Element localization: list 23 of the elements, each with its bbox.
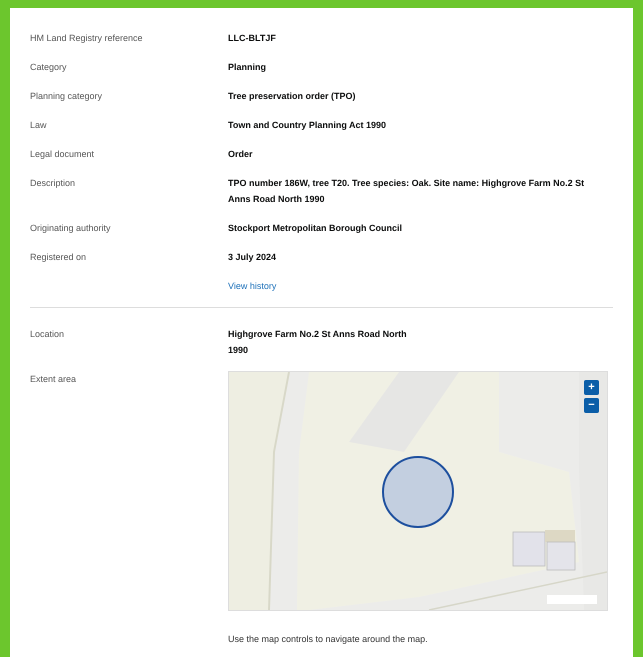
zoom-in-button[interactable]: + <box>584 380 599 395</box>
field-value: Planning <box>228 61 267 74</box>
map-caption: Use the map controls to navigate around the map. <box>228 633 429 646</box>
field-label: Planning category <box>30 90 104 103</box>
field-label: Legal document <box>30 148 96 161</box>
field-value: Town and Country Planning Act 1990 <box>228 119 388 132</box>
field-label: Law <box>30 119 48 132</box>
field-value: Tree preservation order (TPO) <box>228 90 357 103</box>
field-label: Extent area <box>30 373 78 386</box>
field-value: Order <box>228 148 254 161</box>
field-label: HM Land Registry reference <box>30 32 144 45</box>
field-label: Description <box>30 177 76 190</box>
field-label: Registered on <box>30 251 88 264</box>
field-label: Category <box>30 61 68 74</box>
view-history-link[interactable]: View history <box>228 278 276 294</box>
field-value: LLC-BLTJF <box>228 32 277 45</box>
field-label: Originating authority <box>30 222 112 235</box>
field-value: Highgrove Farm No.2 St Anns Road North 1990 <box>228 328 408 357</box>
zoom-out-button[interactable]: − <box>584 398 599 413</box>
field-value: TPO number 186W, tree T20. Tree species: Oak. Site name: Highgrove Farm No.2 St Anns Road North 1990 <box>228 177 586 206</box>
field-value: 3 July 2024 <box>228 251 278 264</box>
field-label: Location <box>30 328 66 341</box>
field-value: Stockport Metropolitan Borough Council <box>228 222 403 235</box>
